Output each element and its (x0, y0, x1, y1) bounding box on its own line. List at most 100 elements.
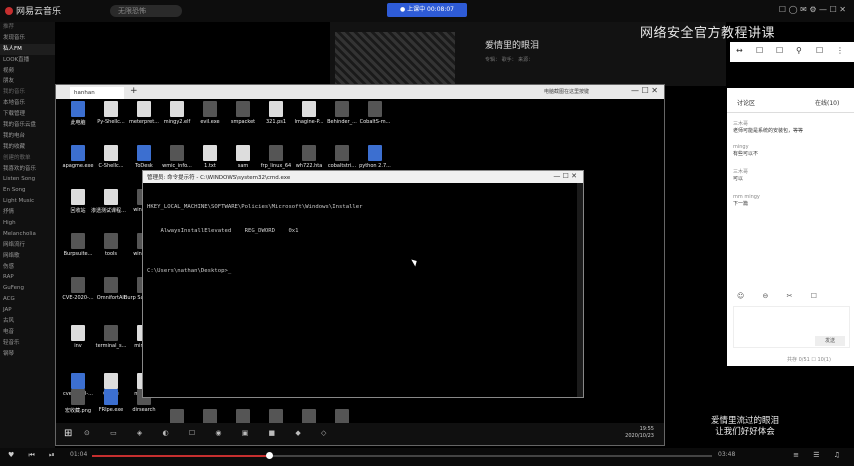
system-tray[interactable]: 19:55 2020/10/23 (625, 426, 654, 440)
sidebar-item[interactable]: 钢琴 (0, 349, 55, 360)
watermark-text: 网络安全官方教程讲课 (640, 26, 776, 41)
sidebar-item[interactable]: RAP (0, 272, 55, 283)
sidebar-section-label: 我的音乐 (3, 89, 26, 96)
file-icon (104, 189, 118, 205)
sidebar-item[interactable]: 抒情 (0, 207, 55, 218)
window-info: 电脑截图在这里按键 (544, 89, 590, 95)
file-icon (71, 389, 85, 405)
sidebar-item[interactable]: 下载管理 (0, 109, 55, 120)
file-icon (71, 233, 85, 249)
cmd-titlebar: 管理员: 命令提示符 - C:\WINDOWS\system32\cmd.exe… (143, 171, 583, 183)
desktop-icon[interactable]: python 2.7... (355, 145, 395, 169)
chat-footer: 共存 0/51 ☐ 10(1) (787, 357, 831, 363)
sidebar-item[interactable]: 伤感 (0, 262, 55, 273)
sidebar-item[interactable]: Listen Song (0, 174, 55, 185)
lyric-line: 爱情里流过的眼泪 (710, 416, 779, 426)
recording-indicator[interactable]: ● 上课中 00:08:07 (387, 3, 467, 17)
desktop-icon[interactable]: CobaltS-m... (355, 101, 395, 125)
file-icon (203, 101, 217, 117)
cmd-controls[interactable]: — ☐ ✕ (553, 172, 577, 180)
tab-discuss[interactable]: 讨论区 (737, 98, 755, 107)
taskbar-icons[interactable]: ⊙ ▭ ◈ ◐ ☐ ◉ ▣ ■ ◆ ◇ (84, 429, 335, 437)
sidebar-item[interactable]: JAP (0, 305, 55, 316)
file-icon (71, 325, 85, 341)
sidebar-item[interactable]: 网络歌 (0, 251, 55, 262)
file-icon (71, 101, 85, 117)
sidebar-item[interactable]: LOOK直播 (0, 55, 55, 66)
time-total: 03:48 (718, 451, 736, 458)
sidebar-item[interactable]: High (0, 218, 55, 229)
progress-handle[interactable] (265, 452, 273, 459)
sidebar-item[interactable]: ACG (0, 294, 55, 305)
tab-online[interactable]: 在线(10) (815, 98, 839, 107)
toolbar-icon[interactable]: ↔ (736, 46, 743, 55)
file-icon (302, 145, 316, 161)
sidebar-item[interactable]: 视频 (0, 66, 55, 77)
cmd-scrollbar[interactable] (577, 183, 583, 397)
sidebar-item[interactable]: 朋友 (0, 76, 55, 87)
song-title: 爱情里的眼泪 (485, 41, 540, 51)
playback-controls[interactable]: ♥ ⏮ ⏯ (8, 451, 61, 460)
chat-tools[interactable]: ☺ ⊖ ✂ ☐ (737, 292, 825, 300)
desktop-icon-label: CobaltS-m... (359, 119, 391, 125)
sidebar-item[interactable]: 电音 (0, 327, 55, 338)
cmd-output[interactable]: HKEY_LOCAL_MACHINE\SOFTWARE\Policies\Mic… (147, 187, 363, 291)
file-icon (71, 373, 85, 389)
album-cover[interactable] (335, 32, 455, 86)
file-icon (236, 145, 250, 161)
cmd-window[interactable]: 管理员: 命令提示符 - C:\WINDOWS\system32\cmd.exe… (142, 170, 584, 398)
file-icon (203, 145, 217, 161)
player-extra-controls[interactable]: ≡ ☰ ♫ (793, 451, 846, 459)
file-icon (104, 145, 118, 161)
cmd-line: AlwaysInstallElevated REG_DWORD 0x1 (147, 228, 299, 234)
file-icon (368, 101, 382, 117)
file-icon (137, 101, 151, 117)
file-icon (368, 145, 382, 161)
chat-panel: 讨论区 在线(10) 三木哥 老师可能是系统的安装包，等等 mingy 有些可以… (727, 88, 854, 366)
sidebar-item[interactable]: 我喜欢的音乐 (0, 164, 55, 175)
file-icon (302, 101, 316, 117)
windows-start-icon[interactable]: ⊞ (64, 428, 72, 439)
right-toolbar: ↔ ☐ ☐ ⚲ ☐ ⋮ (730, 42, 854, 62)
chat-text: 老师可能是系统的安装包，等等 (733, 128, 804, 134)
sidebar-item[interactable]: En Song (0, 185, 55, 196)
sidebar-item[interactable]: 我的电台 (0, 131, 55, 142)
chat-message: 三木哥 老师可能是系统的安装包，等等 (733, 120, 803, 134)
chat-text: 可以 (733, 176, 744, 182)
window-controls[interactable]: — ☐ ✕ (631, 86, 658, 95)
search-input[interactable]: 无限恐怖 (110, 5, 182, 17)
chat-text: 下一篇 (733, 201, 749, 207)
sidebar-item[interactable]: 发现音乐 (0, 33, 55, 44)
tray-date: 2020/10/23 (625, 433, 654, 439)
sidebar: 推荐 发现音乐 私人FM LOOK直播 视频 朋友 我的音乐 本地音乐 下载管理 我的音乐云盘 我的… (0, 22, 55, 450)
sidebar-item[interactable]: 轻音乐 (0, 338, 55, 349)
toolbar-icon[interactable]: ☐ (756, 46, 763, 55)
toolbar-icon[interactable]: ☐ (816, 46, 823, 55)
window-tab[interactable]: hanhan (70, 87, 124, 99)
sidebar-item[interactable]: 本地音乐 (0, 98, 55, 109)
toolbar-icon[interactable]: ⚲ (796, 46, 802, 55)
sidebar-item[interactable]: GuFeng (0, 283, 55, 294)
sidebar-item[interactable]: 网络流行 (0, 240, 55, 251)
toolbar-icon[interactable]: ☐ (776, 46, 783, 55)
sidebar-item[interactable]: 我的音乐云盘 (0, 120, 55, 131)
sidebar-item[interactable]: Light Music (0, 196, 55, 207)
file-icon (104, 233, 118, 249)
window-controls[interactable]: ☐ ◯ ✉ ⚙ — ☐ ✕ (779, 5, 846, 14)
taskbar: ⊞ ⊙ ▭ ◈ ◐ ☐ ◉ ▣ ■ ◆ ◇ 19:55 2020/10/23 (56, 423, 664, 445)
cmd-title: 管理员: 命令提示符 - C:\WINDOWS\system32\cmd.exe (147, 175, 291, 181)
song-meta: 专辑： 歌手： 来源： (485, 57, 534, 63)
file-icon (170, 145, 184, 161)
sidebar-item[interactable]: 我的收藏 (0, 142, 55, 153)
lyric-overlay: 爱情里流过的眼泪 让我们好好体会 (690, 416, 800, 438)
sidebar-item[interactable]: 私人FM (0, 43, 55, 55)
sidebar-item[interactable]: Melancholia (0, 229, 55, 240)
file-icon (335, 145, 349, 161)
send-button[interactable]: 发送 (815, 336, 845, 346)
progress-fill (92, 455, 269, 457)
chat-user: 三木哥 (733, 169, 749, 175)
new-tab-icon[interactable]: + (130, 86, 138, 96)
toolbar-icon[interactable]: ⋮ (836, 46, 844, 55)
sidebar-item[interactable]: 古风 (0, 316, 55, 327)
file-icon (335, 101, 349, 117)
